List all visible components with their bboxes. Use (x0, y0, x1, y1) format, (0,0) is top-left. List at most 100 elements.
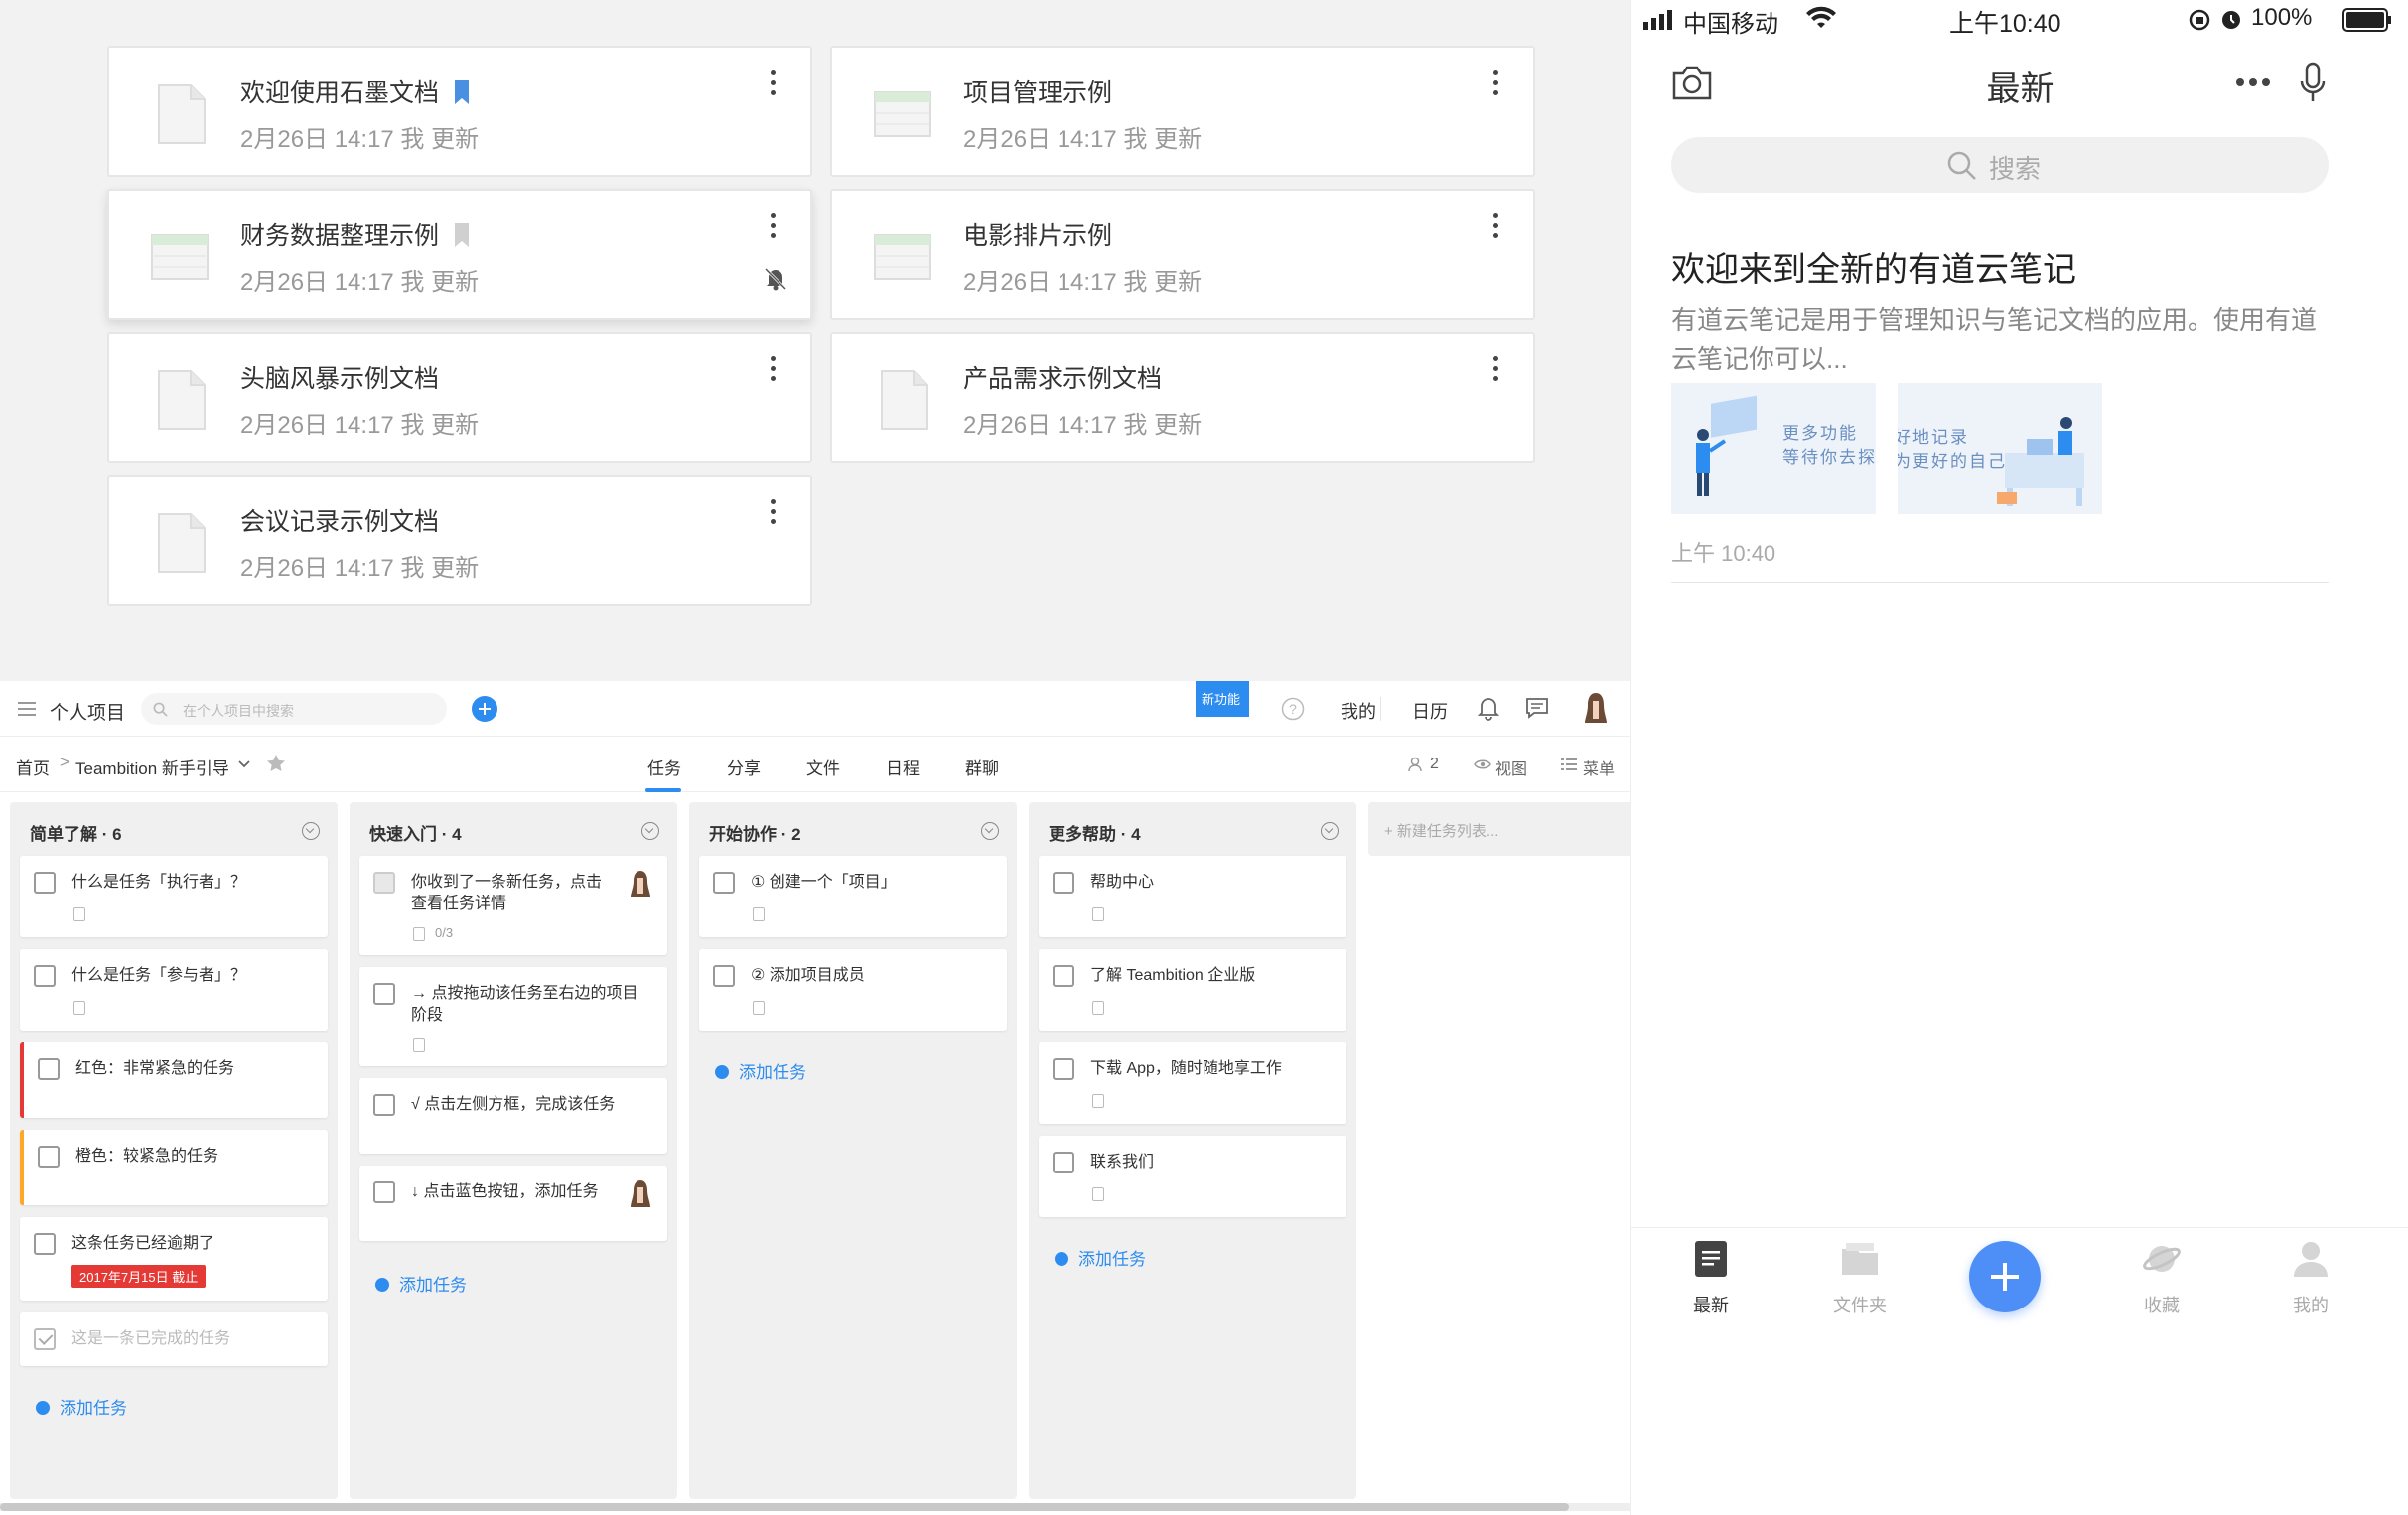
project-title[interactable]: 个人项目 (50, 698, 125, 725)
scrollbar-thumb[interactable] (0, 1503, 1569, 1511)
note-thumbnail[interactable]: 更多功能 等待你去探 (1671, 383, 1876, 514)
bell-muted-icon[interactable] (763, 266, 788, 292)
more-vertical-icon[interactable] (1486, 68, 1505, 101)
doc-card[interactable]: 会议记录示例文档 2月26日 14:17 我 更新 (107, 475, 812, 606)
doc-card[interactable]: 产品需求示例文档 2月26日 14:17 我 更新 (830, 332, 1535, 463)
task-checkbox[interactable] (38, 1146, 60, 1168)
task-card[interactable]: ② 添加项目成员 (699, 949, 1007, 1031)
calendar-link[interactable]: 日历 (1412, 698, 1448, 724)
tab-files[interactable]: 文件 (806, 755, 840, 779)
task-checkbox[interactable] (1053, 965, 1074, 987)
more-vertical-icon[interactable] (1486, 353, 1505, 387)
add-task-button[interactable]: 添加任务 (375, 1271, 467, 1296)
members-icon[interactable] (1408, 757, 1426, 772)
task-checkbox[interactable] (373, 1094, 395, 1116)
tab-share[interactable]: 分享 (727, 755, 761, 779)
more-vertical-icon[interactable] (763, 68, 782, 101)
star-icon[interactable] (266, 754, 286, 773)
new-feature-badge[interactable]: 新功能 (1196, 681, 1249, 717)
tab-schedule[interactable]: 日程 (886, 755, 920, 779)
tab-folders[interactable]: 文件夹 (1800, 1239, 1919, 1317)
task-checkbox[interactable] (1053, 1058, 1074, 1080)
tab-me[interactable]: 我的 (2251, 1239, 2370, 1317)
doc-card[interactable]: 项目管理示例 2月26日 14:17 我 更新 (830, 46, 1535, 177)
add-task-button[interactable]: 添加任务 (715, 1058, 806, 1083)
doc-card[interactable]: 电影排片示例 2月26日 14:17 我 更新 (830, 189, 1535, 320)
task-card[interactable]: √ 点击左侧方框，完成该任务 (359, 1078, 667, 1154)
tab-group-chat[interactable]: 群聊 (965, 755, 999, 779)
tab-tasks[interactable]: 任务 (647, 755, 681, 779)
hamburger-icon[interactable] (18, 701, 36, 717)
note-icon (1092, 1094, 1104, 1108)
column-menu-icon[interactable] (981, 822, 999, 840)
assignee-avatar-icon[interactable] (628, 1179, 653, 1209)
task-checkbox[interactable] (373, 872, 395, 894)
note-thumbnail[interactable]: 好地记录 为更好的自己 (1898, 383, 2102, 514)
user-avatar-icon[interactable] (1583, 691, 1609, 727)
tab-latest[interactable]: 最新 (1651, 1239, 1771, 1317)
bookmark-filled-icon[interactable] (455, 80, 470, 104)
breadcrumb-project[interactable]: Teambition 新手引导 (75, 755, 229, 779)
doc-card[interactable]: 财务数据整理示例 2月26日 14:17 我 更新 (107, 189, 812, 320)
horizontal-scrollbar[interactable] (0, 1503, 1630, 1511)
task-card[interactable]: 联系我们 (1039, 1136, 1346, 1217)
members-count[interactable]: 2 (1430, 756, 1439, 773)
task-card[interactable]: 什么是任务「参与者」？ (20, 949, 328, 1031)
more-horizontal-icon[interactable] (2235, 77, 2271, 87)
search-input[interactable]: 搜索 (1671, 137, 2329, 193)
mine-link[interactable]: 我的 (1341, 698, 1376, 724)
tab-favorites[interactable]: 收藏 (2102, 1239, 2221, 1317)
bell-icon[interactable] (1478, 695, 1499, 721)
doc-card[interactable]: 欢迎使用石墨文档 2月26日 14:17 我 更新 (107, 46, 812, 177)
task-checkbox[interactable] (34, 872, 56, 894)
add-task-button[interactable]: 添加任务 (1055, 1245, 1146, 1270)
more-vertical-icon[interactable] (1486, 210, 1505, 244)
task-card[interactable]: ① 创建一个「项目」 (699, 856, 1007, 937)
task-card[interactable]: 下载 App，随时随地享工作 (1039, 1042, 1346, 1124)
breadcrumb-home[interactable]: 首页 (16, 755, 50, 779)
task-card[interactable]: 什么是任务「执行者」？ (20, 856, 328, 937)
menu-button[interactable]: 菜单 (1583, 756, 1615, 779)
task-card-urgent[interactable]: 红色：非常紧急的任务 (20, 1042, 328, 1118)
project-search[interactable]: 在个人项目中搜索 (141, 693, 447, 725)
column-menu-icon[interactable] (302, 822, 320, 840)
note-item[interactable]: 欢迎来到全新的有道云笔记 有道云笔记是用于管理知识与笔记文档的应用。使用有道 云… (1671, 228, 2329, 582)
more-vertical-icon[interactable] (763, 496, 782, 530)
task-card-important[interactable]: 橙色：较紧急的任务 (20, 1130, 328, 1205)
microphone-icon[interactable] (2299, 62, 2327, 103)
task-checkbox[interactable] (373, 983, 395, 1005)
task-checkbox[interactable] (713, 965, 735, 987)
task-checkbox[interactable] (373, 1181, 395, 1203)
task-card-done[interactable]: 这是一条已完成的任务 (20, 1312, 328, 1366)
task-checkbox[interactable] (1053, 1152, 1074, 1173)
task-card[interactable]: 你收到了一条新任务，点击查看任务详情 0/3 (359, 856, 667, 955)
task-checkbox[interactable] (38, 1058, 60, 1080)
help-icon[interactable]: ? (1281, 697, 1305, 721)
task-card[interactable]: → 点按拖动该任务至右边的项目阶段 (359, 967, 667, 1066)
task-checkbox-checked[interactable] (34, 1328, 56, 1350)
task-card[interactable]: 了解 Teambition 企业版 (1039, 949, 1346, 1031)
add-circle-icon[interactable] (471, 695, 498, 723)
task-card[interactable]: 帮助中心 (1039, 856, 1346, 937)
task-checkbox[interactable] (34, 965, 56, 987)
new-note-button[interactable] (1969, 1241, 2041, 1312)
more-vertical-icon[interactable] (763, 210, 782, 244)
more-vertical-icon[interactable] (763, 353, 782, 387)
doc-card[interactable]: 头脑风暴示例文档 2月26日 14:17 我 更新 (107, 332, 812, 463)
task-checkbox[interactable] (34, 1233, 56, 1255)
task-checkbox[interactable] (713, 872, 735, 894)
view-button[interactable]: 视图 (1495, 756, 1527, 779)
add-task-button[interactable]: 添加任务 (36, 1394, 127, 1419)
eye-icon[interactable] (1474, 758, 1491, 770)
assignee-avatar-icon[interactable] (628, 870, 653, 899)
chat-icon[interactable] (1525, 697, 1549, 719)
task-card-overdue[interactable]: 这条任务已经逾期了 2017年7月15日 截止 (20, 1217, 328, 1301)
chevron-down-icon[interactable] (238, 760, 250, 768)
task-card[interactable]: ↓ 点击蓝色按钮，添加任务 (359, 1166, 667, 1241)
column-menu-icon[interactable] (641, 822, 659, 840)
new-list-button[interactable]: + 新建任务列表... (1368, 802, 1630, 856)
list-icon[interactable] (1561, 758, 1577, 771)
task-checkbox[interactable] (1053, 872, 1074, 894)
column-menu-icon[interactable] (1321, 822, 1339, 840)
bookmark-outline-icon[interactable] (455, 223, 470, 247)
